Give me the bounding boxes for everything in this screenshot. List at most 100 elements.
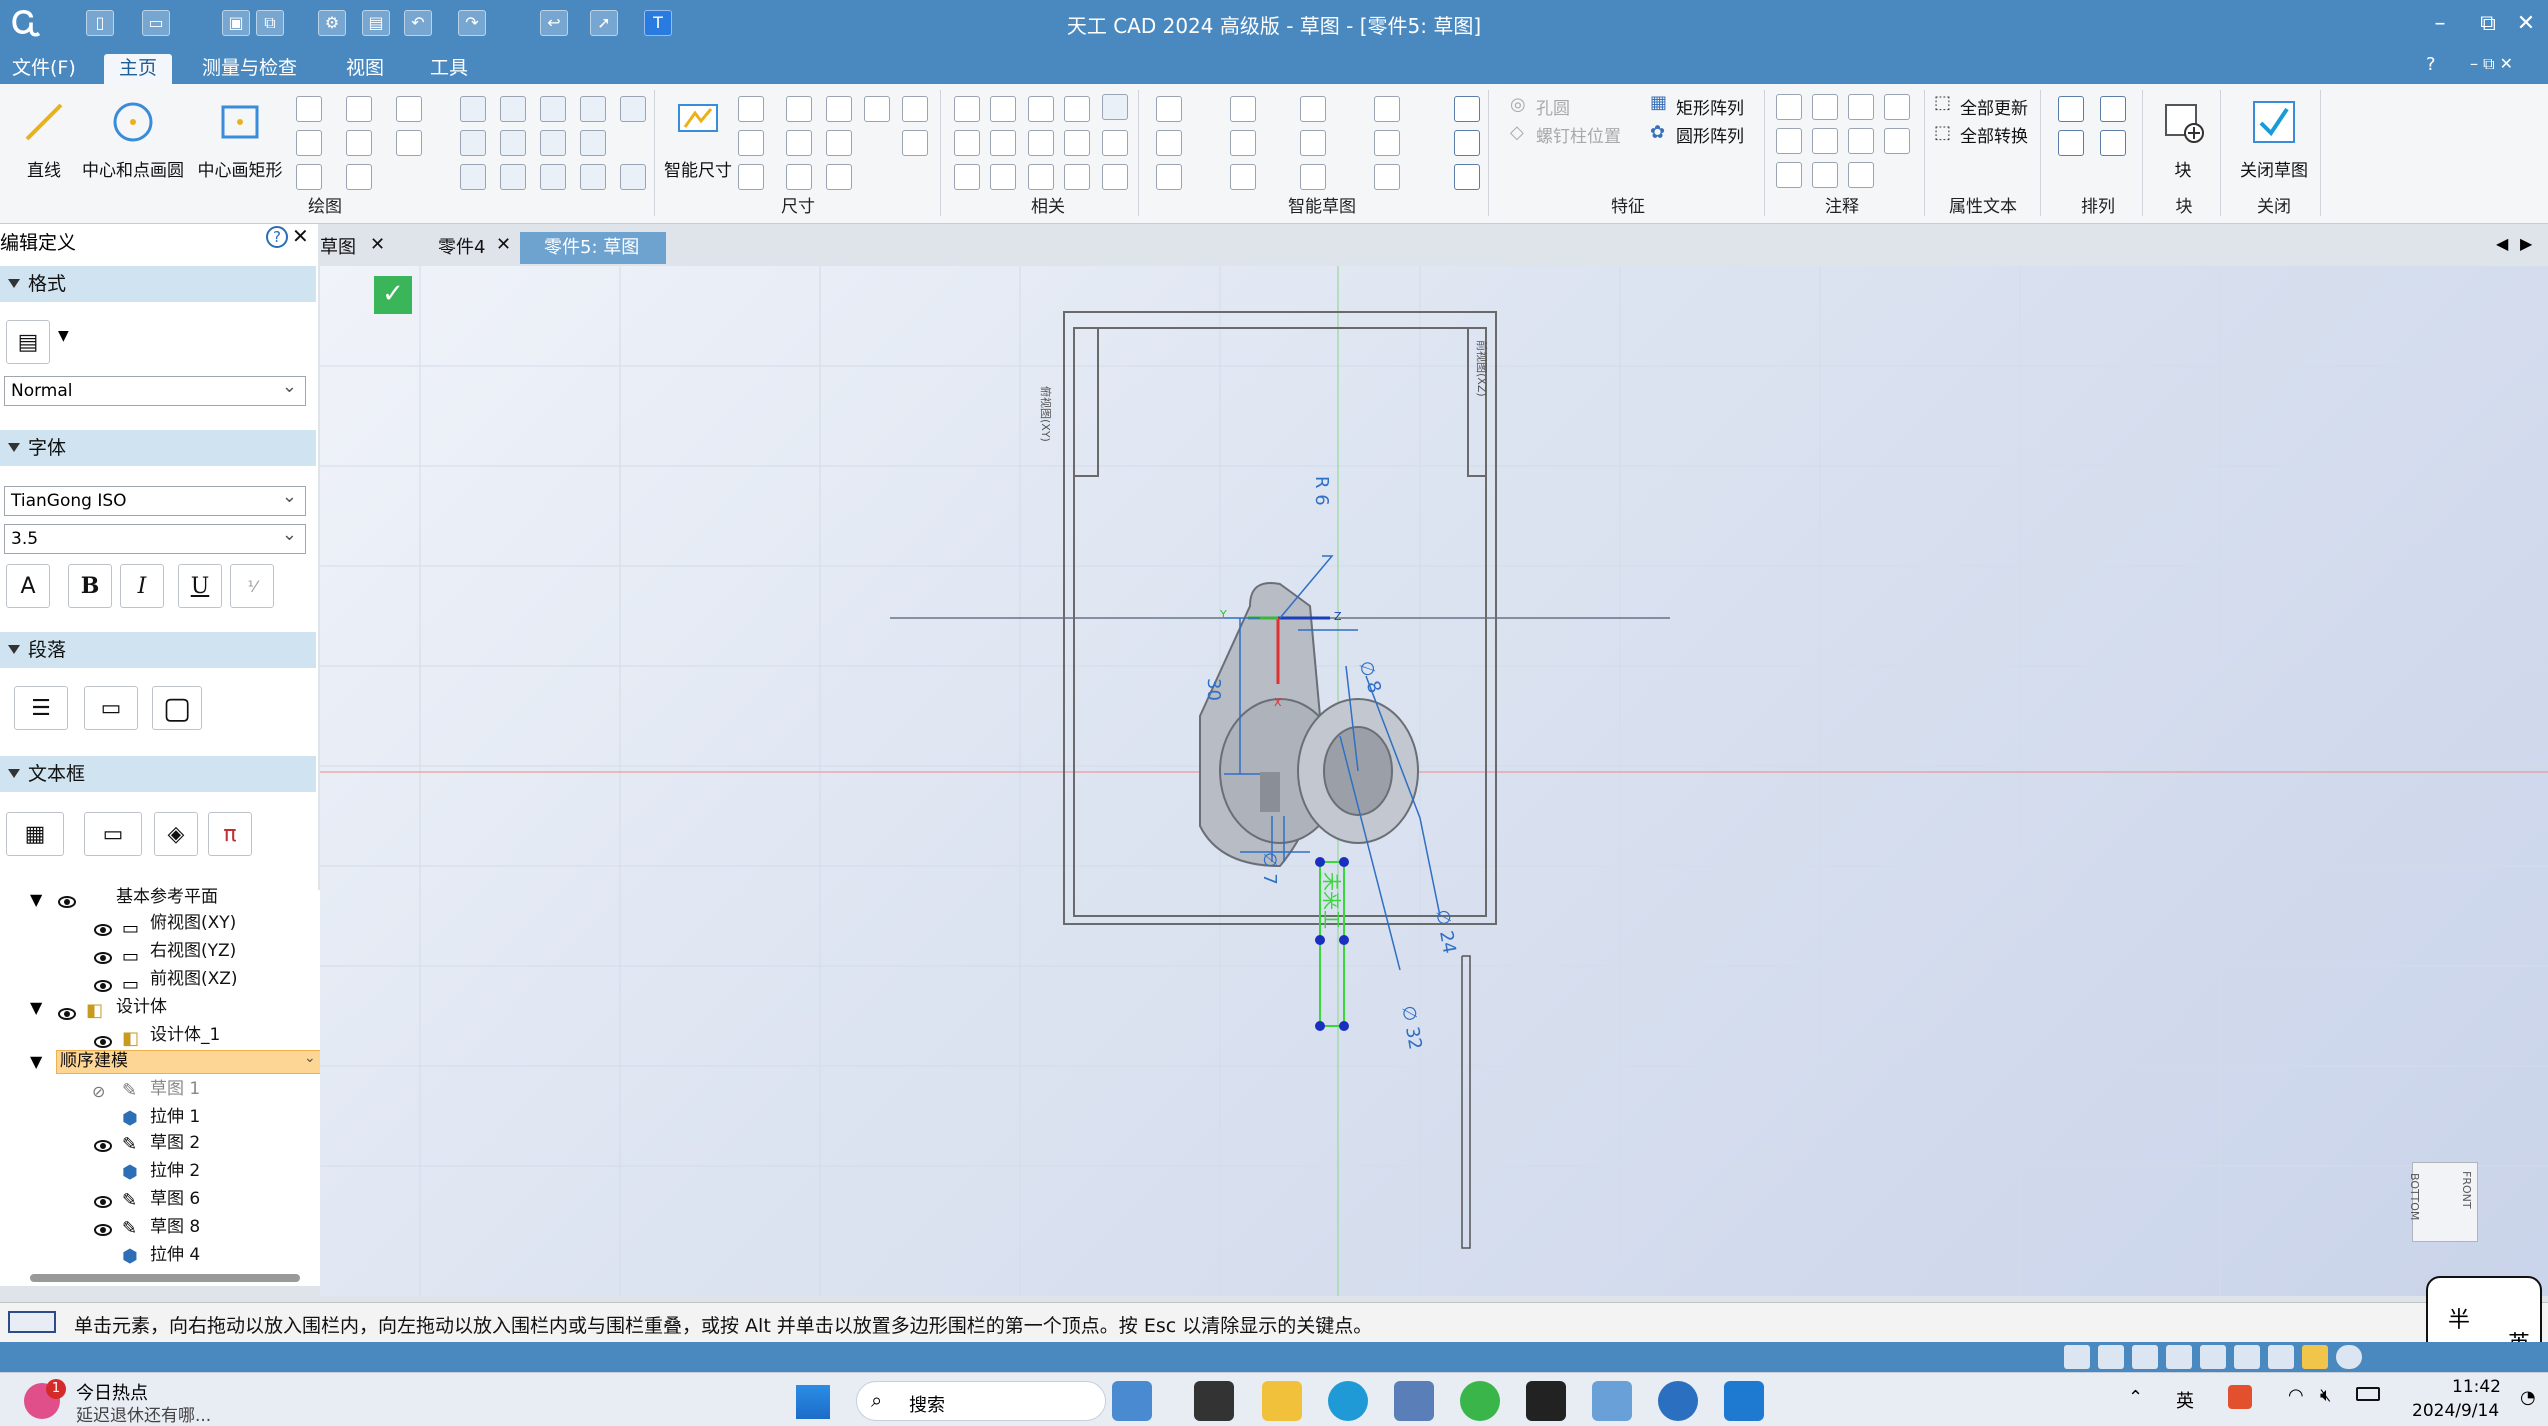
stretch-tool-icon[interactable] [580, 130, 606, 156]
view-cube[interactable]: BOTTOM FRONT [2408, 1162, 2478, 1242]
dim-radius-icon[interactable] [826, 96, 852, 122]
battery-icon[interactable] [2356, 1387, 2380, 1401]
visibility-eye-icon[interactable] [94, 980, 112, 992]
tree-item[interactable]: 右视图(YZ) [150, 938, 236, 964]
visibility-eye-icon[interactable] [94, 1196, 112, 1208]
tree-item[interactable]: 前视图(XZ) [150, 966, 238, 992]
panel-help-icon[interactable]: ? [266, 226, 288, 248]
dim-chain-icon[interactable] [738, 130, 764, 156]
selected-note-text[interactable]: 未来工 [1319, 872, 1346, 929]
scale-tool-icon[interactable] [540, 130, 566, 156]
tree-item[interactable]: 俯视图(XY) [150, 910, 236, 936]
textbox-frame-icon[interactable]: ▭ [84, 812, 142, 856]
anno-check-icon[interactable] [1776, 162, 1802, 188]
intellisketch-10-icon[interactable] [1230, 164, 1256, 190]
snap-icon[interactable] [1454, 96, 1480, 122]
rel-parallel-icon[interactable] [990, 96, 1016, 122]
tree-expander-icon[interactable]: ▼ [30, 1052, 42, 1071]
visibility-eye-icon[interactable] [94, 1036, 112, 1048]
convert-all-button[interactable]: 全部转换 [1960, 122, 2028, 147]
project-tool-icon[interactable] [460, 96, 486, 122]
tab-part5-sketch[interactable]: 零件5: 草图 [520, 232, 666, 264]
circle-button[interactable]: 中心和点画圆 [78, 92, 188, 181]
arrange-forward-icon[interactable] [2058, 130, 2084, 156]
ime-half-width[interactable]: 半 [2448, 1302, 2470, 1334]
tree-item[interactable]: 草图 1 [150, 1076, 200, 1102]
style-select[interactable]: Normal [4, 373, 306, 406]
notification-bell-icon[interactable]: ◔ [2520, 1387, 2536, 1408]
visibility-eye-icon[interactable] [58, 1008, 76, 1020]
include-tool-icon[interactable] [500, 130, 526, 156]
tree-item[interactable]: 设计体 [116, 994, 167, 1020]
font-select[interactable]: TianGong ISO [4, 483, 306, 516]
point-icon[interactable] [1454, 130, 1480, 156]
spline-tool-icon[interactable] [296, 164, 322, 190]
rel-tangent-icon[interactable] [954, 164, 980, 190]
tray-app-icon[interactable] [2228, 1385, 2252, 1409]
anno-table-icon[interactable] [1812, 162, 1838, 188]
dim-coordinate-icon[interactable] [786, 164, 812, 190]
menu-tools[interactable]: 工具 [422, 54, 476, 84]
textbox-symbol-icon[interactable]: π [208, 812, 252, 856]
viewcube-bottom-label[interactable]: BOTTOM [2408, 1173, 2421, 1220]
tree-item[interactable]: 草图 6 [150, 1186, 200, 1212]
variable-tool-icon[interactable] [580, 164, 606, 190]
menu-measure[interactable]: 测量与检查 [194, 54, 305, 84]
rel-equal-icon[interactable] [990, 130, 1016, 156]
intellisketch-7-icon[interactable] [1300, 130, 1326, 156]
dim-angle-icon[interactable] [786, 96, 812, 122]
fraction-icon[interactable]: ⅟ [230, 564, 274, 608]
panel-toggle-icon[interactable]: – ⧉ ✕ [2470, 54, 2513, 74]
visibility-eye-icon[interactable] [94, 1224, 112, 1236]
tab-close-icon[interactable]: ✕ [496, 234, 511, 255]
intellisketch-12-icon[interactable] [1374, 164, 1400, 190]
section-paragraph[interactable]: 段落 [0, 632, 316, 668]
update-all-button[interactable]: 全部更新 [1960, 94, 2028, 119]
hidden-eye-icon[interactable]: ⊘ [92, 1082, 105, 1101]
task-view-icon[interactable] [1194, 1381, 1234, 1421]
wechat-icon[interactable] [1460, 1381, 1500, 1421]
view-tools-icons[interactable] [2064, 1345, 2404, 1369]
clock-time[interactable]: 11:42 [2452, 1377, 2501, 1397]
ordered-modeling-dropdown-icon[interactable]: ⌄ [304, 1050, 316, 1066]
tree-item[interactable]: 基本参考平面 [116, 884, 218, 910]
table-tool-icon[interactable] [620, 164, 646, 190]
intellisketch-8-icon[interactable] [1374, 130, 1400, 156]
move-tool-icon[interactable] [396, 96, 422, 122]
tab-part4[interactable]: 零件4 [410, 232, 530, 264]
intellisketch-5-icon[interactable] [1156, 130, 1182, 156]
list-icon[interactable]: ☰ [14, 686, 68, 730]
screw-boss-button[interactable]: 螺钉柱位置 [1536, 122, 1621, 147]
tray-chevron-icon[interactable]: ⌃ [2128, 1387, 2143, 1408]
intellisketch-9-icon[interactable] [1156, 164, 1182, 190]
intellisketch-3-icon[interactable] [1300, 96, 1326, 122]
rel-midpoint-icon[interactable] [1064, 164, 1090, 190]
drawing-canvas[interactable]: ✓ 俯视图(XY) 前视图(XZ) R 6 30 ∅ 8 ∅ 7 ∅ 24 ∅ … [320, 266, 2548, 1296]
tree-item[interactable]: 拉伸 1 [150, 1104, 200, 1130]
rel-lock-icon[interactable] [1064, 96, 1090, 122]
arrange-back-icon[interactable] [2100, 96, 2126, 122]
hole-circle-button[interactable]: 孔圆 [1536, 94, 1570, 119]
pattern-tool-icon[interactable] [460, 130, 486, 156]
circular-pattern-button[interactable]: 圆形阵列 [1676, 122, 1744, 147]
edge-browser-icon[interactable] [1328, 1381, 1368, 1421]
section-textbox[interactable]: 文本框 [0, 756, 316, 792]
anno-datum-icon[interactable] [1884, 94, 1910, 120]
font-size-select[interactable]: 3.5 [4, 521, 306, 554]
dim-stack-icon[interactable] [826, 130, 852, 156]
rel-manager-icon[interactable] [1102, 164, 1128, 190]
dim-30[interactable]: 30 [1203, 678, 1224, 701]
tree-item[interactable]: 顺序建模 [60, 1048, 128, 1074]
menu-home[interactable]: 主页 [104, 54, 172, 84]
tab-scroll-right-icon[interactable]: ▶ [2520, 234, 2532, 253]
textbox-fill-icon[interactable]: ◈ [154, 812, 198, 856]
dim-font-icon[interactable] [902, 130, 928, 156]
taskbar-search-box[interactable]: ⌕ 搜索 [856, 1381, 1106, 1421]
line-button[interactable]: 直线 [14, 92, 74, 181]
viewcube-front-label[interactable]: FRONT [2460, 1171, 2473, 1209]
dim-d7[interactable]: ∅ 7 [1259, 852, 1280, 885]
tab-scroll-left-icon[interactable]: ◀ [2496, 234, 2508, 253]
file-explorer-icon[interactable] [1262, 1381, 1302, 1421]
bold-icon[interactable]: B [68, 564, 112, 608]
region-tool-icon[interactable] [540, 96, 566, 122]
